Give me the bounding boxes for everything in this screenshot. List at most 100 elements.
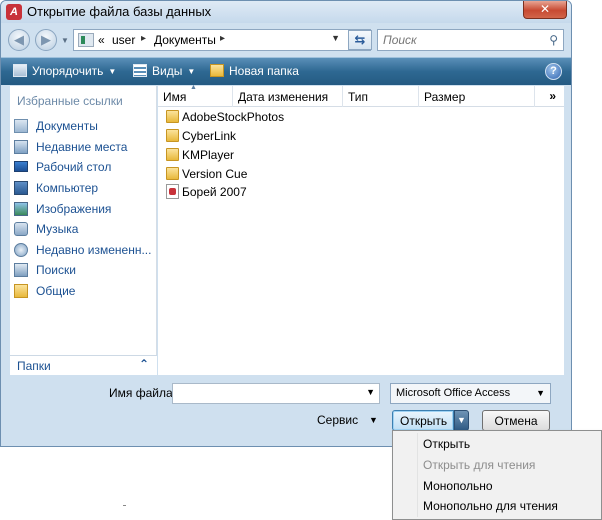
column-label: Имя	[163, 90, 187, 104]
search-icon[interactable]: ⚲	[549, 33, 558, 47]
tools-button[interactable]: Сервис	[317, 413, 358, 427]
sidebar-item-recently-changed[interactable]: Недавно измененн...	[14, 241, 154, 260]
sidebar-item-label: Изображения	[36, 202, 112, 216]
folder-icon	[166, 129, 179, 142]
more-columns-button[interactable]: »	[549, 89, 556, 103]
address-overflow[interactable]: «	[98, 33, 105, 47]
sidebar-item-label: Недавно измененн...	[36, 243, 152, 257]
location-icon	[78, 33, 94, 47]
organize-button[interactable]: Упорядочить ▼	[13, 64, 116, 78]
public-icon	[14, 284, 28, 298]
background-mark	[123, 505, 126, 506]
close-button[interactable]: ✕	[523, 1, 567, 19]
open-button-label: Открыть	[400, 414, 448, 428]
breadcrumb-separator-icon[interactable]: ▸	[220, 33, 225, 44]
folders-toggle[interactable]: Папки ⌃	[10, 355, 157, 375]
list-item[interactable]: Борей 2007	[166, 183, 366, 201]
sidebar-item-recent-places[interactable]: Недавние места	[14, 138, 154, 157]
new-folder-label: Новая папка	[229, 64, 299, 78]
window-title: Открытие файла базы данных	[27, 4, 212, 19]
sidebar-item-label: Общие	[36, 284, 76, 298]
views-icon	[133, 64, 147, 77]
favorite-links-pane: Избранные ссылки Документы Недавние мест…	[10, 86, 157, 375]
chevron-down-icon: ▼	[108, 67, 117, 76]
refresh-button[interactable]: ⇆	[348, 30, 372, 50]
back-button[interactable]: ◀	[8, 29, 30, 51]
folders-label: Папки	[17, 359, 51, 373]
address-dropdown-icon[interactable]: ▼	[331, 33, 340, 43]
sidebar-item-label: Музыка	[36, 222, 79, 236]
access-database-icon	[166, 184, 179, 199]
cancel-button[interactable]: Отмена	[482, 410, 550, 431]
open-database-dialog: A Открытие файла базы данных ✕ ◀ ▶ ▼ « u…	[0, 0, 572, 447]
column-label: Дата изменения	[238, 90, 329, 104]
folder-icon	[166, 110, 179, 123]
help-button[interactable]: ?	[545, 63, 562, 80]
filename-field[interactable]: ▼	[172, 383, 380, 404]
menu-divider	[417, 433, 418, 517]
column-header-size[interactable]: Размер	[419, 86, 535, 107]
filetype-select[interactable]: Microsoft Office Access ▼	[390, 383, 551, 404]
column-header-type[interactable]: Тип	[343, 86, 419, 107]
searches-icon	[14, 263, 28, 277]
chevron-down-icon: ▼	[187, 67, 196, 76]
sidebar-item-music[interactable]: Музыка	[14, 220, 154, 239]
list-item[interactable]: KMPlayer	[166, 146, 366, 164]
list-item[interactable]: Version Cue	[166, 165, 366, 183]
new-folder-icon	[210, 64, 224, 77]
file-list: ▲ Имя Дата изменения Тип Размер » AdobeS…	[158, 84, 564, 375]
search-box[interactable]: ⚲	[377, 29, 564, 51]
open-button[interactable]: Открыть	[392, 410, 454, 431]
sidebar-item-computer[interactable]: Компьютер	[14, 179, 154, 198]
music-icon	[14, 222, 28, 236]
sidebar-item-label: Рабочий стол	[36, 160, 112, 174]
column-header-row: ▲ Имя Дата изменения Тип Размер »	[158, 84, 564, 107]
address-bar[interactable]: « user ▸ Документы ▸ ▼	[73, 29, 371, 51]
open-options-menu: Открыть Открыть для чтения Монопольно Мо…	[392, 430, 602, 520]
views-button[interactable]: Виды ▼	[133, 64, 195, 78]
filename-label: Имя файла:	[109, 386, 176, 400]
sidebar-item-searches[interactable]: Поиски	[14, 261, 154, 280]
menu-item-open[interactable]: Открыть	[423, 437, 470, 451]
sidebar-item-public[interactable]: Общие	[14, 282, 154, 301]
search-input[interactable]	[383, 32, 538, 48]
column-header-name[interactable]: ▲ Имя	[158, 84, 233, 107]
breadcrumb-separator-icon[interactable]: ▸	[141, 33, 146, 44]
column-header-modified[interactable]: Дата изменения	[233, 86, 343, 107]
menu-item-exclusive-read-only[interactable]: Монопольно для чтения	[423, 499, 558, 513]
file-name: KMPlayer	[182, 148, 235, 162]
folder-icon	[166, 167, 179, 180]
menu-item-exclusive[interactable]: Монопольно	[423, 479, 493, 493]
file-name: Version Cue	[182, 167, 248, 181]
sidebar-item-documents[interactable]: Документы	[14, 117, 154, 136]
breadcrumb-user[interactable]: user	[112, 33, 135, 47]
list-item[interactable]: AdobeStockPhotos	[166, 108, 366, 126]
chevron-down-icon: ▼	[536, 388, 545, 398]
new-folder-button[interactable]: Новая папка	[210, 64, 299, 78]
views-label: Виды	[152, 64, 183, 78]
folder-icon	[166, 148, 179, 161]
file-name: CyberLink	[182, 129, 237, 143]
organize-label: Упорядочить	[32, 64, 104, 78]
sidebar-item-label: Документы	[36, 119, 98, 133]
documents-icon	[14, 119, 28, 133]
forward-button[interactable]: ▶	[35, 29, 57, 51]
menu-item-open-read-only: Открыть для чтения	[423, 458, 536, 472]
pictures-icon	[14, 202, 28, 216]
chevron-down-icon[interactable]: ▼	[366, 387, 375, 397]
open-options-dropdown-button[interactable]: ▼	[454, 410, 469, 431]
breadcrumb-documents[interactable]: Документы	[154, 33, 216, 47]
column-label: Размер	[424, 90, 466, 104]
title-bar: A Открытие файла базы данных ✕	[1, 1, 571, 23]
sidebar-item-pictures[interactable]: Изображения	[14, 200, 154, 219]
column-label: Тип	[348, 90, 369, 104]
recent-places-icon	[14, 140, 28, 154]
organize-icon	[13, 64, 27, 77]
list-item[interactable]: CyberLink	[166, 127, 366, 145]
sidebar-item-desktop[interactable]: Рабочий стол	[14, 158, 154, 177]
recent-pages-dropdown-icon[interactable]: ▼	[61, 36, 69, 45]
chevron-down-icon[interactable]: ▼	[369, 415, 378, 425]
computer-icon	[14, 181, 28, 195]
file-name: AdobeStockPhotos	[182, 110, 285, 124]
address-row: ◀ ▶ ▼ « user ▸ Документы ▸ ▼ ⇆ ⚲	[1, 23, 571, 55]
